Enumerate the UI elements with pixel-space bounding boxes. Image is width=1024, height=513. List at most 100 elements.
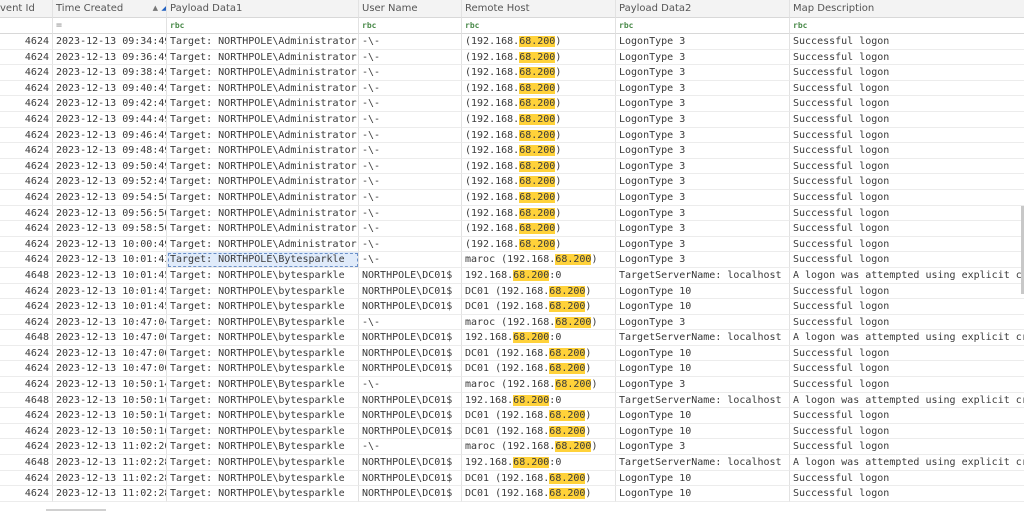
map-description-cell[interactable]: Successful logon <box>790 50 1024 66</box>
payload-data2-cell[interactable]: LogonType 3 <box>616 314 790 331</box>
map-description-cell[interactable]: Successful logon <box>790 65 1024 81</box>
table-row[interactable]: 4624 2023-12-13 10:47:04 Target: NORTHPOLE… <box>0 314 1024 331</box>
payload-data1-cell[interactable]: Target: NORTHPOLE\bytesparkle <box>167 423 359 440</box>
event-id-cell[interactable]: 4624 <box>0 486 53 502</box>
time-created-cell[interactable]: 2023-12-13 11:02:28 <box>53 470 167 487</box>
text-filter-icon[interactable]: rbc <box>619 21 633 30</box>
table-row[interactable]: 4624 2023-12-13 10:50:14 Target: NORTHPOLE… <box>0 377 1024 393</box>
remote-host-cell[interactable]: DC01 (192.168.68.200) <box>462 486 616 502</box>
column-header-time-created[interactable]: Time Created ▲ ◢ <box>53 0 167 18</box>
payload-data1-cell[interactable]: Target: NORTHPOLE\Administrator <box>167 236 359 253</box>
payload-data2-cell[interactable]: LogonType 10 <box>616 423 790 440</box>
table-row[interactable]: 4624 2023-12-13 09:38:49 Target: NORTHPOLE… <box>0 65 1024 81</box>
payload-data2-cell[interactable]: LogonType 10 <box>616 283 790 300</box>
payload-data1-cell[interactable]: Target: NORTHPOLE\bytesparkle <box>167 361 359 378</box>
payload-data2-cell[interactable]: LogonType 3 <box>616 439 790 456</box>
table-row[interactable]: 4624 2023-12-13 09:36:49 Target: NORTHPOLE… <box>0 49 1024 66</box>
event-id-cell[interactable]: 4624 <box>0 174 53 190</box>
user-name-cell[interactable]: -\- <box>359 314 462 331</box>
column-header-map-description[interactable]: Map Description <box>790 0 1024 18</box>
remote-host-cell[interactable]: 192.168.68.200:0 <box>462 267 616 284</box>
payload-data1-cell[interactable]: Target: NORTHPOLE\Administrator <box>167 111 359 128</box>
user-name-cell[interactable]: NORTHPOLE\DC01$ <box>359 330 462 346</box>
remote-host-cell[interactable]: DC01 (192.168.68.200) <box>462 361 616 378</box>
map-description-cell[interactable]: Successful logon <box>790 439 1024 456</box>
map-description-cell[interactable]: Successful logon <box>790 471 1024 487</box>
user-name-cell[interactable]: NORTHPOLE\DC01$ <box>359 392 462 409</box>
user-name-cell[interactable]: -\- <box>359 221 462 237</box>
payload-data1-cell[interactable]: Target: NORTHPOLE\Administrator <box>167 221 359 237</box>
payload-data2-cell[interactable]: LogonType 3 <box>616 127 790 144</box>
table-row[interactable]: 4624 2023-12-13 09:42:49 Target: NORTHPOLE… <box>0 96 1024 112</box>
table-row[interactable]: 4624 2023-12-13 10:50:16 Target: NORTHPOLE… <box>0 408 1024 424</box>
event-id-cell[interactable]: 4624 <box>0 143 53 159</box>
user-name-cell[interactable]: -\- <box>359 127 462 144</box>
event-id-cell[interactable]: 4624 <box>0 127 53 144</box>
payload-data2-cell[interactable]: LogonType 3 <box>616 80 790 97</box>
user-name-cell[interactable]: -\- <box>359 111 462 128</box>
time-created-cell[interactable]: 2023-12-13 10:01:45 <box>53 299 167 315</box>
time-created-cell[interactable]: 2023-12-13 09:50:49 <box>53 158 167 175</box>
table-row[interactable]: 4624 2023-12-13 09:58:50 Target: NORTHPOLE… <box>0 221 1024 237</box>
payload-data1-cell[interactable]: Target: NORTHPOLE\Bytesparkle <box>167 252 359 268</box>
time-created-cell[interactable]: 2023-12-13 10:01:45 <box>53 267 167 284</box>
payload-data2-cell[interactable]: LogonType 3 <box>616 236 790 253</box>
time-created-cell[interactable]: 2023-12-13 09:52:49 <box>53 174 167 190</box>
map-description-cell[interactable]: Successful logon <box>790 128 1024 144</box>
time-created-cell[interactable]: 2023-12-13 09:58:50 <box>53 221 167 237</box>
filter-cell-map-description[interactable]: rbc <box>790 18 1024 34</box>
time-created-cell[interactable]: 2023-12-13 11:02:26 <box>53 439 167 456</box>
user-name-cell[interactable]: -\- <box>359 80 462 97</box>
column-header-payload-data1[interactable]: Payload Data1 <box>167 0 359 18</box>
table-row[interactable]: 4648 2023-12-13 10:47:06 Target: NORTHPOLE… <box>0 330 1024 346</box>
user-name-cell[interactable]: NORTHPOLE\DC01$ <box>359 470 462 487</box>
remote-host-cell[interactable]: 192.168.68.200:0 <box>462 455 616 471</box>
map-description-cell[interactable]: Successful logon <box>790 408 1024 424</box>
payload-data1-cell[interactable]: Target: NORTHPOLE\Administrator <box>167 189 359 206</box>
payload-data2-cell[interactable]: LogonType 10 <box>616 345 790 362</box>
time-created-cell[interactable]: 2023-12-13 09:42:49 <box>53 96 167 112</box>
filter-cell-time-created[interactable]: = <box>53 18 167 34</box>
remote-host-cell[interactable]: DC01 (192.168.68.200) <box>462 345 616 362</box>
time-created-cell[interactable]: 2023-12-13 11:02:28 <box>53 455 167 471</box>
time-created-cell[interactable]: 2023-12-13 10:01:43 <box>53 252 167 268</box>
payload-data1-cell[interactable]: Target: NORTHPOLE\bytesparkle <box>167 486 359 502</box>
payload-data1-cell[interactable]: Target: NORTHPOLE\Administrator <box>167 65 359 81</box>
remote-host-cell[interactable]: (192.168.68.200) <box>462 65 616 81</box>
remote-host-cell[interactable]: (192.168.68.200) <box>462 189 616 206</box>
map-description-cell[interactable]: Successful logon <box>790 486 1024 502</box>
user-name-cell[interactable]: NORTHPOLE\DC01$ <box>359 361 462 378</box>
user-name-cell[interactable]: NORTHPOLE\DC01$ <box>359 408 462 424</box>
filter-cell-payload-data1[interactable]: rbc <box>167 18 359 34</box>
payload-data2-cell[interactable]: LogonType 3 <box>616 143 790 159</box>
payload-data1-cell[interactable]: Target: NORTHPOLE\bytesparkle <box>167 299 359 315</box>
table-row[interactable]: 4624 2023-12-13 10:01:45 Target: NORTHPOLE… <box>0 283 1024 300</box>
map-description-cell[interactable]: Successful logon <box>790 174 1024 190</box>
user-name-cell[interactable]: -\- <box>359 158 462 175</box>
table-row[interactable]: 4624 2023-12-13 09:40:49 Target: NORTHPOLE… <box>0 80 1024 97</box>
time-created-cell[interactable]: 2023-12-13 09:34:49 <box>53 34 167 50</box>
map-description-cell[interactable]: Successful logon <box>790 346 1024 362</box>
remote-host-cell[interactable]: maroc (192.168.68.200) <box>462 439 616 456</box>
user-name-cell[interactable]: -\- <box>359 189 462 206</box>
remote-host-cell[interactable]: DC01 (192.168.68.200) <box>462 470 616 487</box>
time-created-cell[interactable]: 2023-12-13 10:00:49 <box>53 236 167 253</box>
map-description-cell[interactable]: Successful logon <box>790 112 1024 128</box>
table-row[interactable]: 4624 2023-12-13 10:50:16 Target: NORTHPOLE… <box>0 423 1024 440</box>
map-description-cell[interactable]: A logon was attempted using explicit cre… <box>790 393 1024 409</box>
user-name-cell[interactable]: -\- <box>359 65 462 81</box>
time-created-cell[interactable]: 2023-12-13 09:38:49 <box>53 65 167 81</box>
map-description-cell[interactable]: Successful logon <box>790 190 1024 206</box>
user-name-cell[interactable]: NORTHPOLE\DC01$ <box>359 267 462 284</box>
payload-data2-cell[interactable]: LogonType 3 <box>616 111 790 128</box>
event-id-cell[interactable]: 4624 <box>0 361 53 378</box>
filter-cell-user-name[interactable]: rbc <box>359 18 462 34</box>
map-description-cell[interactable]: Successful logon <box>790 81 1024 97</box>
table-row[interactable]: 4624 2023-12-13 10:00:49 Target: NORTHPOLE… <box>0 236 1024 253</box>
time-created-cell[interactable]: 2023-12-13 10:50:14 <box>53 377 167 393</box>
time-created-cell[interactable]: 2023-12-13 10:47:04 <box>53 314 167 331</box>
remote-host-cell[interactable]: DC01 (192.168.68.200) <box>462 299 616 315</box>
table-row[interactable]: 4624 2023-12-13 10:01:45 Target: NORTHPOLE… <box>0 299 1024 315</box>
event-id-cell[interactable]: 4624 <box>0 80 53 97</box>
user-name-cell[interactable]: -\- <box>359 439 462 456</box>
